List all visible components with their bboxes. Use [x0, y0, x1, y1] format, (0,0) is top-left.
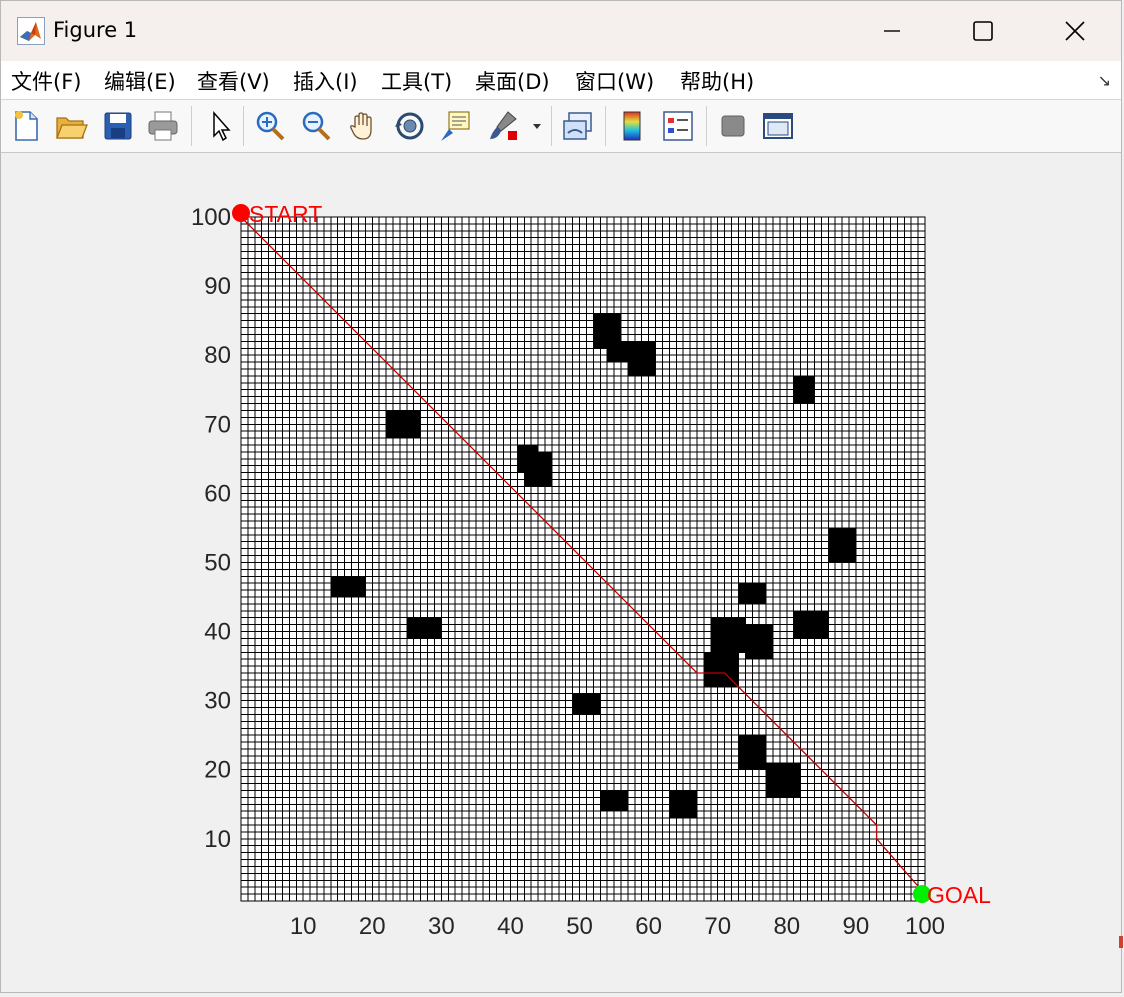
- toolbar-separator: [243, 106, 244, 146]
- obstacle-block: [793, 375, 815, 404]
- window-title: Figure 1: [53, 18, 138, 42]
- y-tick-label: 90: [204, 273, 231, 300]
- obstacle-block: [600, 790, 628, 812]
- y-tick-label: 40: [204, 619, 231, 646]
- plot-area: 10 20 30 40 50 60 70 80 90 100 10 20 30 40 50 60 70 80 90 1…: [1, 153, 1123, 993]
- print-icon[interactable]: [146, 109, 180, 143]
- close-button[interactable]: [1029, 1, 1121, 61]
- legend-icon[interactable]: [661, 109, 695, 143]
- pointer-icon[interactable]: [204, 109, 238, 143]
- menu-bar: 文件(F) 编辑(E) 查看(V) 插入(I) 工具(T) 桌面(D) 窗口(W…: [1, 61, 1121, 99]
- link-plot-icon[interactable]: [561, 109, 595, 143]
- colorbar-icon[interactable]: [616, 109, 650, 143]
- y-tick-label: 100: [191, 204, 231, 231]
- obstacle-block: [524, 451, 552, 487]
- start-label: START: [249, 201, 322, 227]
- menu-help[interactable]: 帮助(H): [680, 66, 754, 96]
- y-tick-label: 50: [204, 549, 231, 576]
- x-tick-label: 30: [428, 913, 455, 940]
- obstacle-block: [793, 610, 829, 639]
- obstacle-block: [828, 527, 856, 563]
- title-bar: Figure 1: [1, 1, 1121, 61]
- show-plot-tools-icon[interactable]: [761, 109, 795, 143]
- rotate-3d-icon[interactable]: [393, 109, 427, 143]
- minimize-button[interactable]: [846, 1, 938, 61]
- x-tick-label: 70: [704, 913, 731, 940]
- obstacle-block: [627, 341, 656, 376]
- data-cursor-icon[interactable]: [438, 109, 472, 143]
- obstacle-block: [669, 790, 697, 819]
- obstacle-block: [710, 617, 746, 653]
- toolbar-separator: [706, 106, 707, 146]
- pan-hand-icon[interactable]: [346, 109, 380, 143]
- brush-dropdown-icon[interactable]: [529, 109, 545, 143]
- obstacle-block: [745, 624, 773, 660]
- maximize-button[interactable]: [937, 1, 1029, 61]
- obstacle-block: [766, 762, 801, 798]
- close-icon: [1065, 21, 1085, 41]
- x-tick-label: 90: [843, 913, 870, 940]
- obstacle-block: [406, 617, 442, 639]
- obstacle-block: [572, 693, 601, 715]
- x-tick-label: 100: [905, 913, 945, 940]
- toolbar-separator: [191, 106, 192, 146]
- x-tick-label: 80: [773, 913, 800, 940]
- y-tick-label: 30: [204, 688, 231, 715]
- menu-tools[interactable]: 工具(T): [381, 66, 452, 96]
- minimize-icon: [884, 30, 900, 32]
- brush-icon[interactable]: [486, 109, 520, 143]
- menu-window[interactable]: 窗口(W): [575, 66, 654, 96]
- x-tick-label: 10: [290, 913, 317, 940]
- dock-arrow-icon[interactable]: ↘: [1098, 71, 1111, 90]
- menu-insert[interactable]: 插入(I): [293, 66, 358, 96]
- save-icon[interactable]: [101, 109, 135, 143]
- goal-label: GOAL: [927, 882, 991, 908]
- x-tick-label: 50: [566, 913, 593, 940]
- y-tick-label: 20: [204, 757, 231, 784]
- y-tick-label: 60: [204, 480, 231, 507]
- resize-marker: [1119, 936, 1123, 948]
- menu-edit[interactable]: 编辑(E): [104, 66, 176, 96]
- menu-view[interactable]: 查看(V): [197, 66, 270, 96]
- x-tick-label: 60: [635, 913, 662, 940]
- toolbar-separator: [551, 106, 552, 146]
- menu-desktop[interactable]: 桌面(D): [475, 66, 550, 96]
- y-tick-label: 70: [204, 411, 231, 438]
- obstacle-block: [607, 341, 628, 363]
- zoom-out-icon[interactable]: [299, 109, 333, 143]
- chart-canvas[interactable]: 10 20 30 40 50 60 70 80 90 100 10 20 30 40 50 60 70 80 90 1…: [1, 153, 1123, 993]
- maximize-icon: [973, 21, 993, 41]
- open-file-icon[interactable]: [54, 109, 88, 143]
- zoom-in-icon[interactable]: [253, 109, 287, 143]
- obstacle-block: [386, 410, 421, 439]
- y-tick-label: 10: [204, 826, 231, 853]
- x-tick-label: 20: [359, 913, 386, 940]
- hide-plot-tools-icon[interactable]: [716, 109, 750, 143]
- y-tick-label: 80: [204, 342, 231, 369]
- menu-file[interactable]: 文件(F): [11, 66, 81, 96]
- matlab-logo-icon: [17, 17, 45, 45]
- obstacle-block: [738, 735, 767, 770]
- new-figure-icon[interactable]: [9, 109, 43, 143]
- obstacle-block: [738, 583, 767, 604]
- toolbar: [1, 99, 1121, 153]
- x-tick-label: 40: [497, 913, 524, 940]
- toolbar-separator: [605, 106, 606, 146]
- start-marker: [232, 204, 250, 222]
- figure-window: Figure 1 文件(F) 编辑(E) 查看(V) 插入(I) 工具(T) 桌…: [0, 0, 1123, 993]
- obstacle-block: [330, 576, 366, 597]
